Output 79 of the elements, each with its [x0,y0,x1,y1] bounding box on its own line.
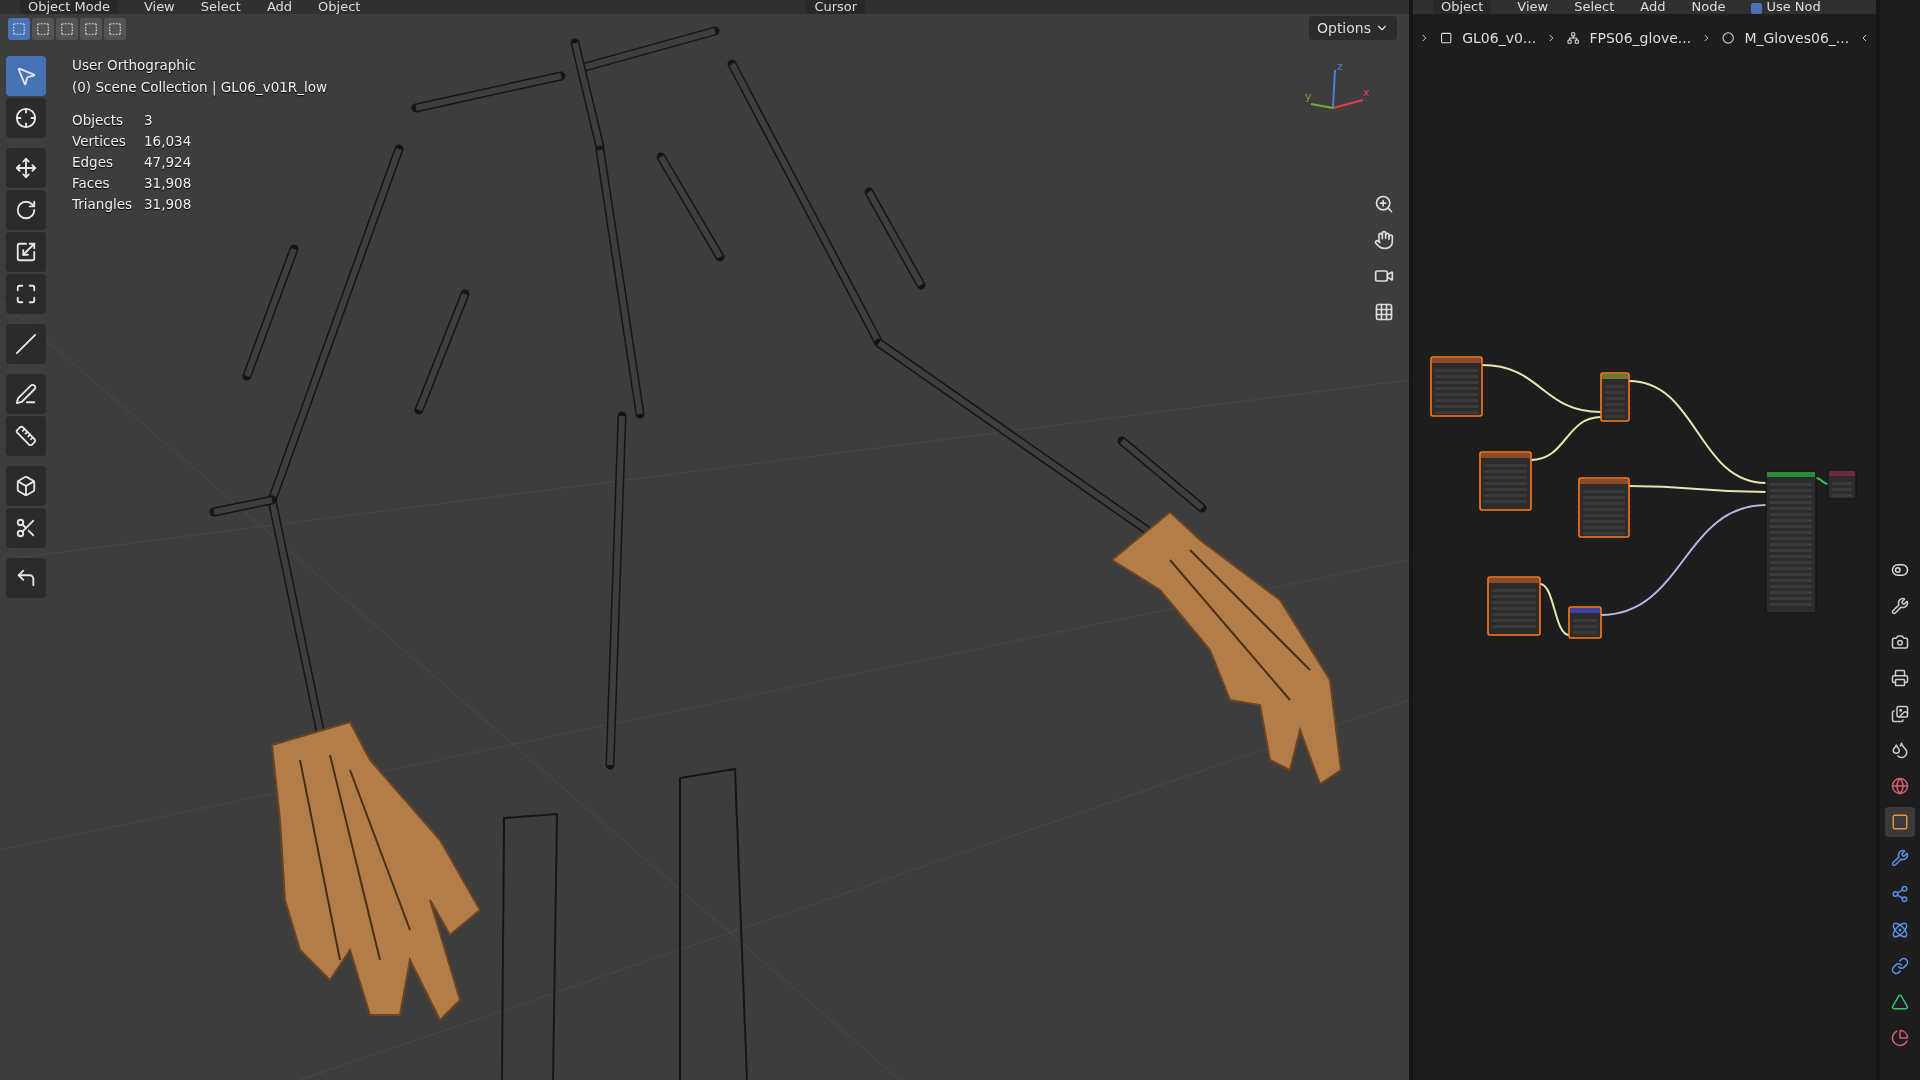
stat-value: 47,924 [144,153,193,172]
wrench-icon [1891,849,1909,867]
stat-value: 16,034 [144,132,193,151]
menu-item[interactable]: View [1517,0,1549,14]
axis-gizmo[interactable]: z y x [1303,60,1373,120]
square-icon [1891,813,1909,831]
dashed-square-icon [84,22,98,36]
menu-item[interactable]: Add [1640,0,1666,14]
cursor-icon [15,107,37,129]
square-tab[interactable] [1885,807,1915,837]
select-mode-button[interactable] [8,18,30,40]
square-icon [1439,30,1453,46]
select-mode-button[interactable] [56,18,78,40]
pie-chart-icon [1891,1029,1909,1047]
images-icon [1891,705,1909,723]
menu-item[interactable]: Select [200,0,241,14]
select-mode-button[interactable] [32,18,54,40]
shader-node[interactable] [1827,469,1857,500]
stat-label: Edges [72,153,114,172]
stat-label: Objects [72,111,124,130]
move-icon [15,157,37,179]
use-nodes-checkbox[interactable]: Use Nod [1751,0,1821,14]
globe-icon [1891,777,1909,795]
breadcrumb-item[interactable]: GL06_v0... [1462,30,1537,46]
ruler-icon [15,425,37,447]
menu-item[interactable]: View [143,0,175,14]
rotate-tool[interactable] [6,190,46,230]
menu-item[interactable]: Object [318,0,361,14]
stat-value: 3 [144,111,154,130]
object-dropdown[interactable]: Object [1433,0,1492,14]
shader-node[interactable] [1568,606,1602,639]
stat-value: 31,908 [144,195,193,214]
view-name: User Orthographic [72,56,198,75]
dashed-square-icon [60,22,74,36]
scale-tool[interactable] [6,232,46,272]
dashed-square-icon [36,22,50,36]
stat-label: Faces [72,174,111,193]
triangle-icon [1891,993,1909,1011]
select-mode-button[interactable] [80,18,102,40]
menu-item[interactable]: Select [1574,0,1615,14]
shader-node[interactable] [1430,356,1483,417]
collection-name: (0) Scene Collection | GL06_v01R_low [72,78,328,98]
toggle-icon [1891,561,1909,579]
link-icon [1891,957,1909,975]
stat-value: 31,908 [144,174,193,193]
stat-label: Triangles [72,195,134,214]
pencil-tool[interactable] [6,374,46,414]
pencil-icon [15,383,37,405]
cursor-tool[interactable] [6,98,46,138]
shader-node[interactable] [1600,372,1630,422]
dashed-square-icon [108,22,122,36]
shader-node[interactable] [1765,470,1817,614]
circle-icon [1722,30,1735,46]
menu-item[interactable]: Add [266,0,293,14]
move-tool[interactable] [6,148,46,188]
shader-node[interactable] [1479,451,1532,511]
stat-label: Vertices [72,132,127,151]
mode-dropdown[interactable]: Object Mode [20,0,118,14]
transform-tool[interactable] [6,274,46,314]
transform-dropdown[interactable]: Cursor [806,0,866,14]
droplets-icon [1891,741,1909,759]
camera-icon [1891,633,1909,651]
rotate-icon [15,199,37,221]
scale-icon [15,241,37,263]
select-mode-button[interactable] [104,18,126,40]
share-icon [1891,885,1909,903]
breadcrumb-item[interactable]: FPS06_glove... [1589,30,1692,46]
shader-node[interactable] [1578,477,1630,538]
breadcrumb-item[interactable]: M_Gloves06_... [1744,30,1850,46]
menu-item[interactable]: Node [1691,0,1726,14]
options-dropdown[interactable]: Options [1308,16,1397,40]
shader-node[interactable] [1487,576,1541,636]
dashed-square-icon [12,22,26,36]
transform-icon [15,283,37,305]
add-cube-tool[interactable] [6,466,46,506]
printer-icon [1891,669,1909,687]
atom-icon [1891,921,1909,939]
ruler-tool[interactable] [6,416,46,456]
select-box-tool[interactable] [6,56,46,96]
